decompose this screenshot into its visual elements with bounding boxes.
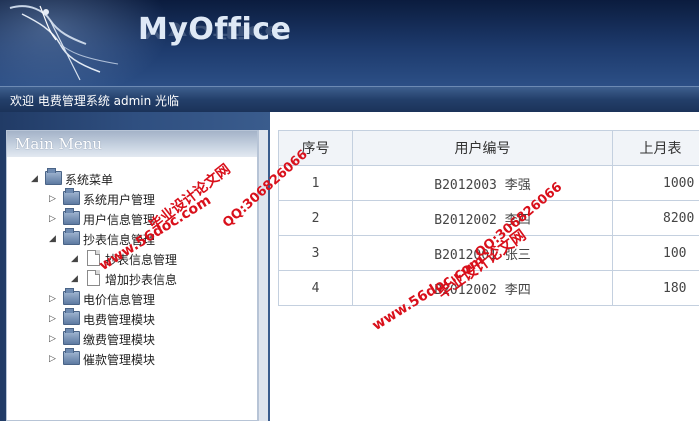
cell-last-reading: 1000 bbox=[612, 165, 699, 201]
table-row[interactable]: 2 B2012002 李四 8200 bbox=[278, 200, 699, 236]
table-row[interactable]: 1 B2012003 李强 1000 bbox=[278, 165, 699, 201]
cell-user-name: 李四 bbox=[504, 282, 531, 298]
tree-item-label: 电价信息管理 bbox=[83, 293, 156, 307]
tree-item-system-menu[interactable]: ◢ 系统菜单 bbox=[31, 168, 231, 189]
tree-item-reminder-manage[interactable]: ▷ 催款管理模块 bbox=[49, 348, 249, 369]
tree-item-label: 缴费管理模块 bbox=[83, 333, 156, 347]
tree-item-label: 系统用户管理 bbox=[83, 193, 156, 207]
tree-item-label: 抄表信息管理 bbox=[105, 253, 178, 267]
folder-icon bbox=[63, 188, 80, 205]
cell-no: 3 bbox=[278, 235, 353, 271]
tree-item-system-user[interactable]: ▷ 系统用户管理 bbox=[49, 188, 249, 209]
tree-item-label: 电费管理模块 bbox=[83, 313, 156, 327]
leaf-arrow-icon: ◢ bbox=[71, 254, 78, 264]
cell-user-name: 张三 bbox=[504, 247, 531, 263]
folder-icon bbox=[63, 328, 80, 345]
folder-icon bbox=[63, 288, 80, 305]
menu-title: Main Menu bbox=[7, 131, 257, 157]
tree-item-meter-reading[interactable]: ◢ 抄表信息管理 bbox=[49, 228, 249, 249]
collapsed-arrow-icon[interactable]: ▷ bbox=[49, 214, 57, 224]
folder-icon bbox=[63, 308, 80, 325]
folder-open-icon bbox=[45, 168, 62, 185]
cell-user-code: B2012003 bbox=[434, 177, 497, 193]
meter-reading-table: 序号 用户编号 上月表 1 B2012003 李强 1000 2 B201200… bbox=[278, 130, 699, 306]
tree-item-label: 催款管理模块 bbox=[83, 353, 156, 367]
folder-icon bbox=[63, 348, 80, 365]
column-header-user-code[interactable]: 用户编号 bbox=[352, 130, 613, 166]
table-row[interactable]: 3 B2012001 张三 100 bbox=[278, 235, 699, 271]
welcome-bar: 欢迎 电费管理系统 admin 光临 bbox=[0, 86, 699, 112]
tree-item-label: 增加抄表信息 bbox=[105, 273, 178, 287]
tree-item-user-info[interactable]: ▷ 用户信息管理 bbox=[49, 208, 249, 229]
expanded-arrow-icon[interactable]: ◢ bbox=[49, 234, 57, 244]
dancer-logo-icon bbox=[9, 5, 119, 81]
document-icon bbox=[87, 250, 100, 266]
collapsed-arrow-icon[interactable]: ▷ bbox=[49, 354, 57, 364]
tree-item-meter-reading-manage[interactable]: ◢ 抄表信息管理 bbox=[71, 249, 251, 269]
cell-user: B2012002 李四 bbox=[352, 200, 613, 236]
cell-user-code: B2012002 bbox=[434, 212, 497, 228]
table-row[interactable]: 4 B2012002 李四 180 bbox=[278, 270, 699, 306]
tree-item-fee-manage[interactable]: ▷ 电费管理模块 bbox=[49, 308, 249, 329]
column-header-last-reading[interactable]: 上月表 bbox=[612, 130, 699, 166]
cell-user-name: 李四 bbox=[504, 212, 531, 228]
cell-user-code: B2012001 bbox=[434, 247, 497, 263]
collapsed-arrow-icon[interactable]: ▷ bbox=[49, 294, 57, 304]
column-header-no[interactable]: 序号 bbox=[278, 130, 353, 166]
folder-open-icon bbox=[63, 228, 80, 245]
cell-last-reading: 8200 bbox=[612, 200, 699, 236]
tree-item-payment-manage[interactable]: ▷ 缴费管理模块 bbox=[49, 328, 249, 349]
folder-icon bbox=[63, 208, 80, 225]
expanded-arrow-icon[interactable]: ◢ bbox=[31, 174, 39, 184]
leaf-arrow-icon: ◢ bbox=[71, 274, 78, 284]
cell-user-code: B2012002 bbox=[434, 282, 497, 298]
cell-user: B2012002 李四 bbox=[352, 270, 613, 306]
cell-no: 4 bbox=[278, 270, 353, 306]
collapsed-arrow-icon[interactable]: ▷ bbox=[49, 194, 57, 204]
tree-item-add-meter-reading[interactable]: ◢ 增加抄表信息 bbox=[71, 269, 251, 289]
table-header-row: 序号 用户编号 上月表 bbox=[278, 130, 699, 166]
cell-user: B2012003 李强 bbox=[352, 165, 613, 201]
cell-last-reading: 180 bbox=[612, 270, 699, 306]
cell-no: 1 bbox=[278, 165, 353, 201]
collapsed-arrow-icon[interactable]: ▷ bbox=[49, 314, 57, 324]
document-icon bbox=[87, 270, 100, 286]
cell-last-reading: 100 bbox=[612, 235, 699, 271]
main-menu-panel: Main Menu ◢ 系统菜单 ▷ 系统用户管理 ▷ 用户信息管理 ◢ 抄表信… bbox=[6, 130, 258, 421]
tree-item-label: 系统菜单 bbox=[65, 173, 114, 187]
tree-item-label: 用户信息管理 bbox=[83, 213, 156, 227]
tree-item-price-info[interactable]: ▷ 电价信息管理 bbox=[49, 288, 249, 309]
cell-user-name: 李强 bbox=[504, 177, 531, 193]
cell-user: B2012001 张三 bbox=[352, 235, 613, 271]
menu-panel-scrollbar[interactable] bbox=[258, 130, 268, 421]
cell-no: 2 bbox=[278, 200, 353, 236]
tree-item-label: 抄表信息管理 bbox=[83, 233, 156, 247]
brand-logo-reflection: MyOffice bbox=[138, 21, 285, 42]
app-header: MyOffice MyOffice bbox=[0, 0, 699, 86]
welcome-text: 欢迎 电费管理系统 admin 光临 bbox=[10, 94, 180, 108]
collapsed-arrow-icon[interactable]: ▷ bbox=[49, 334, 57, 344]
